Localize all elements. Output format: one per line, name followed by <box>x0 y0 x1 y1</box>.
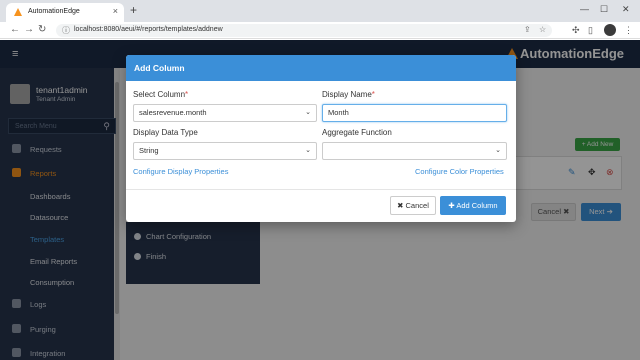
browser-menu-icon[interactable]: ⋮ <box>624 25 633 36</box>
add-column-modal: Add Column Select Column* salesrevenue.m… <box>126 55 516 222</box>
share-icon[interactable]: ⇪ <box>524 25 531 34</box>
display-name-input[interactable]: Month <box>322 104 507 122</box>
aggregate-function-label: Aggregate Function <box>322 128 392 137</box>
select-column-value: salesrevenue.month <box>139 108 207 117</box>
browser-tab[interactable]: AutomationEdge × <box>6 3 124 22</box>
maximize-icon[interactable]: ☐ <box>600 4 608 15</box>
required-mark: * <box>185 90 189 99</box>
select-column-dropdown[interactable]: salesrevenue.month ⌄ <box>133 104 317 122</box>
modal-footer-divider <box>126 189 516 190</box>
chevron-down-icon: ⌄ <box>305 147 311 154</box>
required-mark: * <box>371 90 375 99</box>
close-window-icon[interactable]: ✕ <box>622 4 630 15</box>
aggregate-function-dropdown[interactable]: ⌄ <box>322 142 507 160</box>
select-column-label: Select Column* <box>133 90 188 99</box>
site-info-icon[interactable]: ⓘ <box>62 25 70 36</box>
tab-close-icon[interactable]: × <box>113 6 118 16</box>
reload-icon[interactable]: ↻ <box>38 24 46 35</box>
display-type-label: Display Data Type <box>133 128 198 137</box>
chevron-down-icon: ⌄ <box>495 147 501 154</box>
browser-tab-bar: AutomationEdge × + — ☐ ✕ <box>0 0 640 22</box>
new-tab-button[interactable]: + <box>130 4 137 16</box>
cancel-button[interactable]: ✖ Cancel <box>390 196 436 215</box>
modal-header: Add Column <box>126 55 516 81</box>
select-column-label-text: Select Column <box>133 90 186 99</box>
display-type-value: String <box>139 146 159 155</box>
forward-icon[interactable]: → <box>24 24 34 35</box>
minimize-icon[interactable]: — <box>580 4 589 14</box>
side-panel-icon[interactable]: ▯ <box>588 25 593 36</box>
display-type-dropdown[interactable]: String ⌄ <box>133 142 317 160</box>
display-name-label: Display Name* <box>322 90 375 99</box>
address-bar[interactable]: ⓘ localhost:8080/aeui/#/reports/template… <box>56 24 552 37</box>
automationedge-favicon-icon <box>14 8 22 16</box>
profile-avatar[interactable] <box>604 24 616 36</box>
extensions-icon[interactable]: ✣ <box>572 25 580 36</box>
configure-display-properties-link[interactable]: Configure Display Properties <box>133 167 228 176</box>
modal-title: Add Column <box>134 63 185 73</box>
bookmark-star-icon[interactable]: ☆ <box>539 25 546 34</box>
url-text: localhost:8080/aeui/#/reports/templates/… <box>74 26 223 33</box>
add-column-button[interactable]: ✚ Add Column <box>440 196 506 215</box>
tab-title: AutomationEdge <box>28 8 80 15</box>
configure-color-properties-link[interactable]: Configure Color Properties <box>415 167 504 176</box>
display-name-value: Month <box>328 108 349 117</box>
display-name-label-text: Display Name <box>322 90 372 99</box>
browser-toolbar: ← → ↻ ⓘ localhost:8080/aeui/#/reports/te… <box>0 22 640 39</box>
back-icon[interactable]: ← <box>10 24 20 35</box>
chevron-down-icon: ⌄ <box>305 109 311 116</box>
